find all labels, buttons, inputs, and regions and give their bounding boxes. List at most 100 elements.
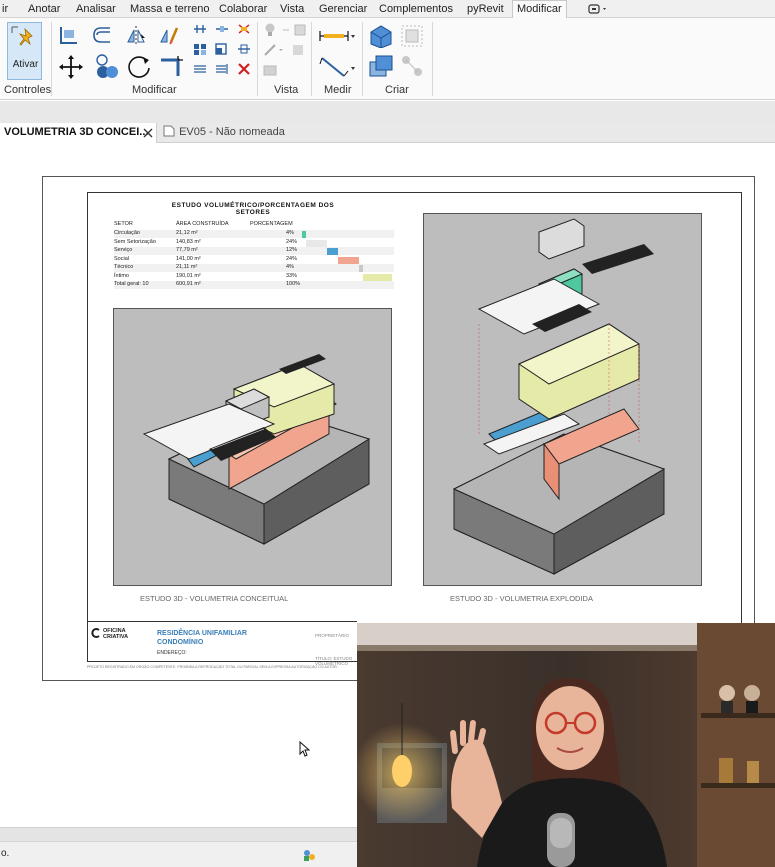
panel-label-modificar: Modificar <box>132 84 177 96</box>
viewport-volumetria-conceitual[interactable]: 1 <box>113 308 392 586</box>
create-assembly-icon[interactable] <box>367 22 395 48</box>
tab-analisar[interactable]: Analisar <box>72 2 120 18</box>
schedule-cell-percent: 4% <box>286 264 294 270</box>
tab-colaborar[interactable]: Colaborar <box>215 2 271 18</box>
panel-divider <box>362 22 363 96</box>
schedule-cell-percent: 4% <box>286 230 294 236</box>
schedule-cell-percent: 24% <box>286 255 298 262</box>
array-icon[interactable] <box>236 42 252 56</box>
conceptual-massing-drawing <box>142 354 371 545</box>
schedule-cell-percent: 24% <box>286 238 298 245</box>
panel-toggle-icon <box>588 4 606 14</box>
view-caption-2: ESTUDO 3D - VOLUMETRIA EXPLODIDA <box>450 594 593 603</box>
copy-icon[interactable] <box>192 42 208 56</box>
address-label: ENDEREÇO: <box>157 650 187 656</box>
worksharing-icon[interactable] <box>301 847 317 863</box>
presenter-video-frame <box>357 623 775 867</box>
move-icon[interactable] <box>58 54 84 80</box>
panel-divider <box>257 22 258 96</box>
sheet-frame: ESTUDO VOLUMÉTRICO/PORCENTAGEM DOS SETOR… <box>87 192 742 662</box>
project-name-line2: CONDOMÍNIO <box>157 639 204 646</box>
sheet-view-icon <box>163 125 175 137</box>
schedule-header-row: SETOR ÁREA CONSTRUÍDA PORCENTAGEM <box>114 221 394 229</box>
offset-icon[interactable] <box>90 24 112 46</box>
panel-divider <box>432 22 433 96</box>
tab-pyrevit[interactable]: pyRevit <box>463 2 508 18</box>
pin-icon <box>11 26 33 46</box>
close-tab-icon[interactable] <box>142 126 154 138</box>
schedule-cell-area: 141,00 m² <box>176 255 201 262</box>
delete-icon[interactable] <box>236 62 252 76</box>
schedule-row: Circulação 21,12 m² 4% <box>114 230 394 238</box>
rotate-icon[interactable] <box>125 52 153 80</box>
tab-vista[interactable]: Vista <box>276 2 308 18</box>
hide-element-icon[interactable] <box>262 62 278 78</box>
titleblock-owner-label: PROPRIETÁRIO <box>315 633 350 638</box>
project-name: RESIDÊNCIA UNIFAMILIAR CONDOMÍNIO <box>157 629 247 647</box>
status-message: o. <box>1 848 10 859</box>
view-caption-1: ESTUDO 3D - VOLUMETRIA CONCEITUAL <box>140 594 289 603</box>
tab-complementos[interactable]: Complementos <box>375 2 457 18</box>
schedule-row: Serviço 77,79 m² 12% <box>114 247 394 255</box>
schedule-cell-setor: Social <box>114 255 129 262</box>
split-gap-icon[interactable] <box>214 22 230 36</box>
webcam-overlay <box>357 623 775 867</box>
trim-icon[interactable] <box>192 62 208 76</box>
schedule-cell-area: 77,79 m² <box>176 247 198 253</box>
panel-label-vista: Vista <box>274 84 299 96</box>
schedule-cell-setor: Serviço <box>114 247 133 253</box>
contextual-options-bar <box>0 101 775 123</box>
linework-icon[interactable] <box>262 42 288 58</box>
tab-view-ev05[interactable]: EV05 - Não nomeada <box>160 123 285 143</box>
panel-toggle-button[interactable] <box>585 2 611 16</box>
tab-massa-e-terreno[interactable]: Massa e terreno <box>126 2 213 18</box>
split-icon[interactable] <box>192 22 208 36</box>
dimension-icon[interactable] <box>318 54 358 80</box>
measure-distance-icon[interactable] <box>318 26 358 46</box>
panel-label-criar: Criar <box>385 84 409 96</box>
tab-anotar[interactable]: Anotar <box>24 2 64 18</box>
viewport-volumetria-explodida[interactable]: 2 <box>423 213 702 586</box>
lightbulb-icon[interactable] <box>262 22 278 38</box>
unpin-icon[interactable] <box>236 22 252 36</box>
schedule-cell-setor: Técnico <box>114 264 134 270</box>
panel-divider <box>311 22 312 96</box>
tab-gerenciar[interactable]: Gerenciar <box>315 2 371 18</box>
ribbon: Ativar Controles Modificar Vista Medir C… <box>0 18 775 100</box>
exploded-massing-drawing <box>452 218 666 575</box>
schedule-percent-bar <box>302 231 306 238</box>
schedule-percent-bar <box>326 248 338 255</box>
extend-icon[interactable] <box>214 62 230 76</box>
align-icon[interactable] <box>58 24 80 46</box>
ativar-button[interactable]: Ativar <box>7 22 42 80</box>
create-parts-icon[interactable] <box>398 22 426 48</box>
copy-move-icon[interactable] <box>93 52 119 80</box>
panel-label-medir: Medir <box>324 84 352 96</box>
project-name-line1: RESIDÊNCIA UNIFAMILIAR <box>157 630 247 637</box>
schedule-cell-area: 21,12 m² <box>176 230 198 236</box>
schedule-percent-bar <box>362 273 392 281</box>
create-similar-icon[interactable] <box>398 52 426 80</box>
panel-divider <box>51 22 52 96</box>
schedule-cell-area: 190,01 m² <box>176 272 201 279</box>
tab-view-ev05-label: EV05 - Não nomeada <box>179 126 285 138</box>
schedule-row: Social 141,00 m² 24% <box>114 256 394 264</box>
tab-view-volumetria-3d[interactable]: VOLUMETRIA 3D CONCEI... <box>0 123 157 143</box>
tab-inserir-partial[interactable]: ir <box>0 2 12 18</box>
title-block: OFICINA CRIATIVA RESIDÊNCIA UNIFAMILIAR … <box>87 621 357 666</box>
cut-profile-icon[interactable] <box>290 42 306 58</box>
ribbon-tab-bar: ir Anotar Analisar Massa e terreno Colab… <box>0 0 775 19</box>
schedule-row: Íntimo 190,01 m² 33% <box>114 273 394 281</box>
trim-extend-icon[interactable] <box>158 54 184 78</box>
tab-modificar[interactable]: Modificar <box>512 0 567 19</box>
tab-view-volumetria-3d-label: VOLUMETRIA 3D CONCEI... <box>4 126 149 138</box>
create-group-icon[interactable] <box>367 52 395 80</box>
ativar-label: Ativar <box>12 59 39 70</box>
mirror-draw-icon[interactable] <box>158 24 180 46</box>
scale-icon[interactable] <box>214 42 230 56</box>
override-graphics-icon[interactable] <box>281 22 309 38</box>
sheet-border: ESTUDO VOLUMÉTRICO/PORCENTAGEM DOS SETOR… <box>42 176 755 681</box>
schedule-cell-percent: 33% <box>286 272 298 279</box>
schedule-row: Total geral: 10 600,91 m² 100% <box>114 281 394 289</box>
mirror-axis-icon[interactable] <box>125 24 147 46</box>
